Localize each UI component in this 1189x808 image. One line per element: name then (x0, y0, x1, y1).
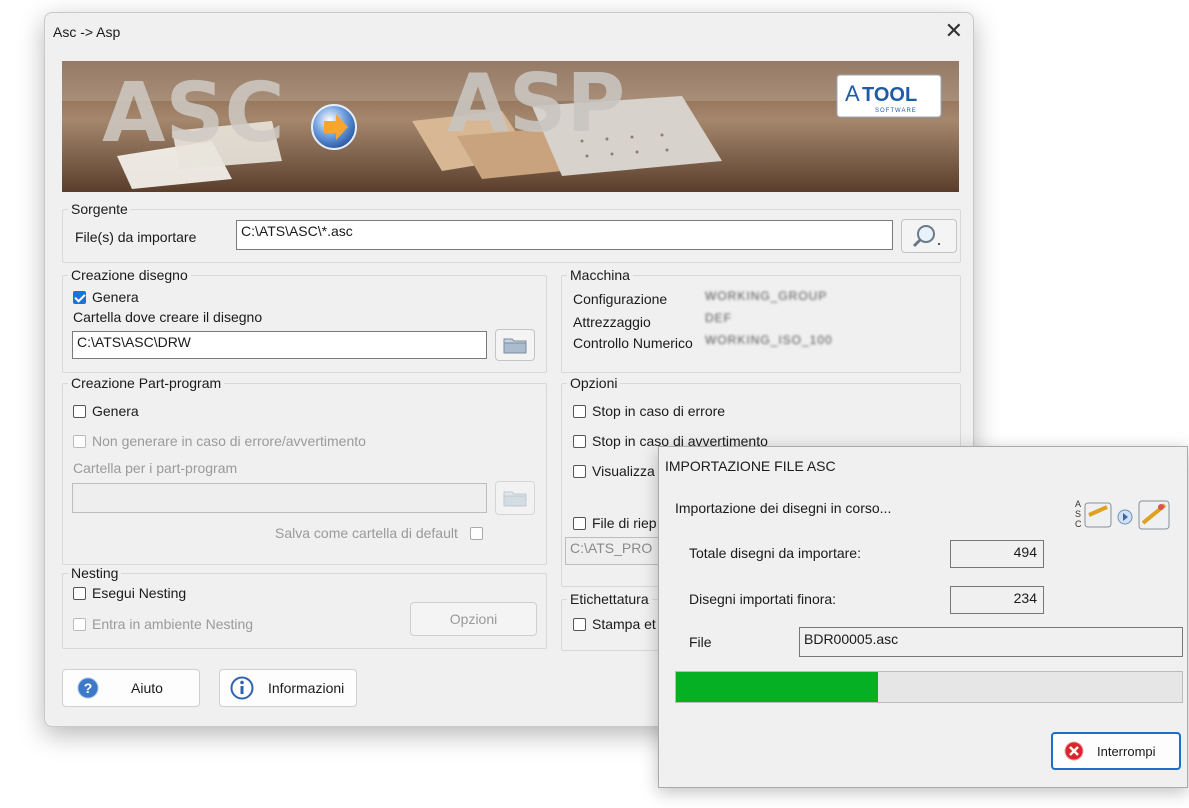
folder-icon (503, 491, 527, 507)
title-bar: Asc -> Asp ✕ (45, 13, 973, 53)
interrompi-button[interactable]: Interrompi (1051, 732, 1181, 770)
entra-nesting-box[interactable] (73, 617, 86, 631)
pp-folder-label: Cartella per i part-program (73, 460, 238, 476)
attrezzaggio-label: Attrezzaggio (573, 314, 651, 330)
asc-import-icon: A S C (1073, 493, 1183, 537)
icon-letter-c: C (1075, 519, 1082, 529)
pp-non-generare-label: Non generare in caso di errore/avvertime… (92, 433, 366, 449)
disegno-folder-button[interactable] (495, 329, 535, 361)
cn-value: WORKING_ISO_100 (705, 333, 833, 347)
disegno-folder-input[interactable]: C:\ATS\ASC\DRW (72, 331, 487, 359)
stop-errore-box[interactable] (573, 404, 586, 418)
aiuto-label: Aiuto (131, 680, 163, 696)
stop-errore-checkbox[interactable]: Stop in caso di errore (573, 403, 725, 419)
stampa-box[interactable] (573, 617, 586, 631)
icon-letter-a: A (1075, 499, 1081, 509)
attrezzaggio-value: DEF (705, 311, 732, 325)
svg-text:?: ? (84, 680, 93, 696)
disegno-genera-box[interactable] (73, 290, 86, 304)
stop-icon (1064, 741, 1084, 761)
pp-folder-input[interactable] (72, 483, 487, 513)
icon-letter-s: S (1075, 509, 1081, 519)
file-riep-label: File di riep (592, 515, 657, 531)
current-file-value: BDR00005.asc (799, 627, 1183, 657)
import-progress-bar (675, 671, 1183, 703)
totale-value: 494 (950, 540, 1044, 568)
window-title: Asc -> Asp (53, 24, 121, 40)
disegno-folder-label: Cartella dove creare il disegno (73, 309, 263, 325)
banner-asp-text: ASP (447, 61, 625, 150)
importati-value: 234 (950, 586, 1044, 614)
config-value: WORKING_GROUP (705, 289, 828, 303)
file-riep-box[interactable] (573, 516, 586, 530)
files-label: File(s) da importare (75, 229, 197, 245)
pp-non-generare-checkbox[interactable]: Non generare in caso di errore/avvertime… (73, 433, 366, 449)
logo-text: TOOL (862, 84, 917, 106)
progress-fill (676, 672, 879, 702)
pp-genera-label: Genera (92, 403, 139, 419)
info-icon (230, 676, 254, 700)
disegno-genera-checkbox[interactable]: Genera (73, 289, 139, 305)
visualizza-box[interactable] (573, 464, 586, 478)
creazione-pp-legend: Creazione Part-program (71, 375, 222, 391)
totale-label: Totale disegni da importare: (689, 545, 861, 561)
etichettatura-legend: Etichettatura (570, 591, 649, 607)
disegno-genera-label: Genera (92, 289, 139, 305)
import-progress-dialog: IMPORTAZIONE FILE ASC Importazione dei d… (658, 446, 1188, 788)
esegui-nesting-checkbox[interactable]: Esegui Nesting (73, 585, 186, 601)
folder-icon (503, 338, 527, 354)
interrompi-label: Interrompi (1097, 743, 1156, 759)
importati-label: Disegni importati finora: (689, 591, 837, 607)
banner-image: ASC ASP A TOOL SOFTWARE (62, 61, 959, 192)
nesting-legend: Nesting (71, 565, 119, 581)
logo-letter: A (845, 81, 860, 106)
creazione-disegno-legend: Creazione disegno (71, 267, 188, 283)
import-status-text: Importazione dei disegni in corso... (675, 500, 892, 516)
entra-nesting-label: Entra in ambiente Nesting (92, 616, 254, 632)
informazioni-button[interactable]: Informazioni (219, 669, 357, 707)
pp-folder-button[interactable] (495, 481, 535, 515)
informazioni-label: Informazioni (268, 680, 345, 696)
banner-asc-text: ASC (102, 66, 285, 161)
pp-non-generare-box[interactable] (73, 434, 86, 448)
files-input[interactable]: C:\ATS\ASC\*.asc (236, 220, 893, 250)
stop-errore-label: Stop in caso di errore (592, 403, 726, 419)
visualizza-label: Visualizza (592, 463, 655, 479)
dialog-title: IMPORTAZIONE FILE ASC (665, 458, 836, 474)
pp-genera-box[interactable] (73, 404, 86, 418)
esegui-nesting-label: Esegui Nesting (92, 585, 187, 601)
save-default-label: Salva come cartella di default (275, 525, 458, 541)
stop-avvertimento-box[interactable] (573, 434, 586, 448)
file-riep-checkbox[interactable]: File di riep (573, 515, 657, 531)
cn-label: Controllo Numerico (573, 335, 693, 351)
sorgente-legend: Sorgente (71, 201, 128, 217)
close-icon[interactable]: ✕ (945, 19, 963, 43)
entra-nesting-checkbox[interactable]: Entra in ambiente Nesting (73, 616, 253, 632)
file-label: File (689, 634, 712, 650)
nesting-opzioni-button[interactable]: Opzioni (410, 602, 537, 636)
stampa-checkbox[interactable]: Stampa et (573, 616, 656, 632)
pp-genera-checkbox[interactable]: Genera (73, 403, 139, 419)
stampa-label: Stampa et (592, 616, 656, 632)
esegui-nesting-box[interactable] (73, 586, 86, 600)
macchina-legend: Macchina (570, 267, 630, 283)
config-label: Configurazione (573, 291, 668, 307)
browse-files-button[interactable] (901, 219, 957, 253)
save-default-checkbox[interactable] (470, 527, 483, 540)
help-icon: ? (77, 677, 99, 699)
banner: ASC ASP A TOOL SOFTWARE (62, 61, 959, 192)
aiuto-button[interactable]: ? Aiuto (62, 669, 200, 707)
logo-subtext: SOFTWARE (875, 108, 917, 114)
opzioni-legend: Opzioni (570, 375, 618, 391)
visualizza-checkbox[interactable]: Visualizza (573, 463, 655, 479)
search-icon (912, 225, 940, 248)
